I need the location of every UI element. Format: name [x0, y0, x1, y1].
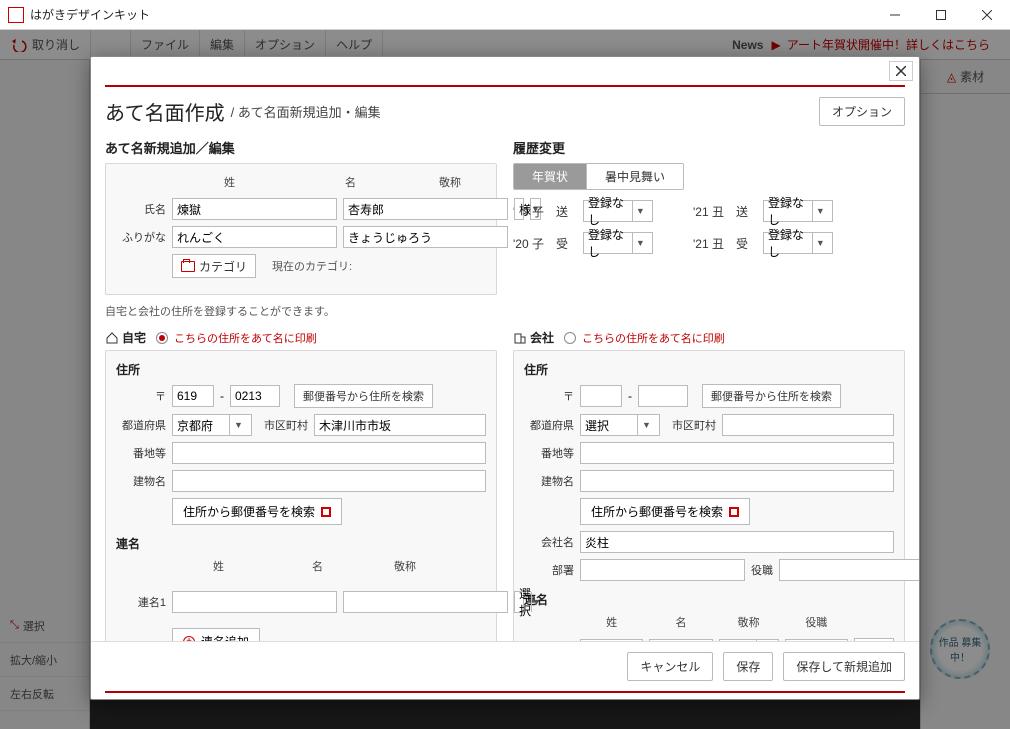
home-addr-to-postal[interactable]: 住所から郵便番号を検索 — [172, 498, 342, 525]
company-name-input[interactable] — [580, 531, 894, 553]
close-icon — [896, 66, 906, 76]
company-renmei-keisho[interactable]: 選択▼ — [719, 639, 779, 641]
close-icon — [982, 10, 992, 20]
radio-company[interactable] — [564, 332, 576, 344]
home-city[interactable] — [314, 414, 486, 436]
company-address-panel: 住所 〒 - 郵便番号から住所を検索 都道府県 選択▼ 市区町村 — [513, 350, 905, 641]
home-zip2[interactable] — [230, 385, 280, 407]
titlebar: はがきデザインキット — [0, 0, 1010, 30]
hist-20-recv[interactable]: 登録なし▼ — [583, 232, 653, 254]
input-mei-kana[interactable] — [343, 226, 508, 248]
folder-icon — [181, 261, 195, 272]
maximize-icon — [936, 10, 946, 20]
toggle-shochu[interactable]: 暑中見舞い — [586, 164, 683, 189]
company-zip1[interactable] — [580, 385, 622, 407]
app-title: はがきデザインキット — [30, 6, 872, 23]
company-addr-to-postal[interactable]: 住所から郵便番号を検索 — [580, 498, 750, 525]
cancel-button[interactable]: キャンセル — [627, 652, 713, 681]
app-icon — [8, 7, 24, 23]
home-renmei-sei[interactable] — [172, 591, 337, 613]
company-busho[interactable] — [580, 559, 745, 581]
home-renmei-keisho[interactable]: 選択▼ — [514, 591, 524, 613]
history-panel: 年賀状 暑中見舞い '20 子 送 登録なし▼ '21 丑 送 登録なし▼ '2… — [513, 163, 905, 254]
section-history: 履歴変更 — [513, 138, 905, 157]
company-banchi[interactable] — [580, 442, 894, 464]
home-zip1[interactable] — [172, 385, 214, 407]
hist-20-send[interactable]: 登録なし▼ — [583, 200, 653, 222]
window-close-button[interactable] — [964, 0, 1010, 30]
input-mei[interactable] — [343, 198, 508, 220]
modal-option-button[interactable]: オプション — [819, 97, 905, 126]
company-icon — [513, 331, 526, 344]
atena-edit-modal: あて名面作成 / あて名面新規追加・編集 オプション あて名新規追加／編集 姓 … — [90, 56, 920, 700]
modal-close-button[interactable] — [889, 61, 913, 81]
input-sei-kana[interactable] — [172, 226, 337, 248]
company-building[interactable] — [580, 470, 894, 492]
company-postal-search[interactable]: 郵便番号から住所を検索 — [702, 384, 841, 408]
modal-footer: キャンセル 保存 保存して新規追加 — [91, 641, 919, 691]
address-note: 自宅と会社の住所を登録することができます。 — [105, 303, 905, 319]
name-panel: 姓 名 敬称 氏名 様 ▼ ふりがな — [105, 163, 497, 295]
marker-icon — [729, 507, 739, 517]
save-button[interactable]: 保存 — [723, 652, 773, 681]
company-zip2[interactable] — [638, 385, 688, 407]
history-toggle[interactable]: 年賀状 暑中見舞い — [513, 163, 684, 190]
home-banchi[interactable] — [172, 442, 486, 464]
home-building[interactable] — [172, 470, 486, 492]
home-icon — [105, 331, 118, 344]
radio-home[interactable] — [156, 332, 168, 344]
company-pref-select[interactable]: 選択▼ — [580, 414, 660, 436]
home-renmei-mei[interactable] — [343, 591, 508, 613]
hist-21-send[interactable]: 登録なし▼ — [763, 200, 833, 222]
input-sei[interactable] — [172, 198, 337, 220]
window-maximize-button[interactable] — [918, 0, 964, 30]
home-renmei-add[interactable]: + 連名追加 — [172, 628, 260, 641]
hist-21-recv[interactable]: 登録なし▼ — [763, 232, 833, 254]
toggle-nengajo[interactable]: 年賀状 — [514, 164, 586, 189]
save-and-add-button[interactable]: 保存して新規追加 — [783, 652, 905, 681]
home-postal-search[interactable]: 郵便番号から住所を検索 — [294, 384, 433, 408]
home-pref-select[interactable]: 京都府▼ — [172, 414, 252, 436]
section-name-edit: あて名新規追加／編集 — [105, 138, 497, 157]
modal-title: あて名面作成 — [105, 97, 225, 126]
current-category-label: 現在のカテゴリ: — [272, 258, 352, 274]
company-yakushoku[interactable] — [779, 559, 919, 581]
marker-icon — [321, 507, 331, 517]
window-minimize-button[interactable] — [872, 0, 918, 30]
input-keisho[interactable]: 様 — [514, 198, 524, 220]
category-button[interactable]: カテゴリ — [172, 254, 256, 278]
modal-subtitle: / あて名面新規追加・編集 — [231, 102, 381, 121]
minimize-icon — [890, 10, 900, 20]
company-city[interactable] — [722, 414, 894, 436]
home-address-panel: 住所 〒 - 郵便番号から住所を検索 都道府県 京都府▼ 市区町村 — [105, 350, 497, 641]
